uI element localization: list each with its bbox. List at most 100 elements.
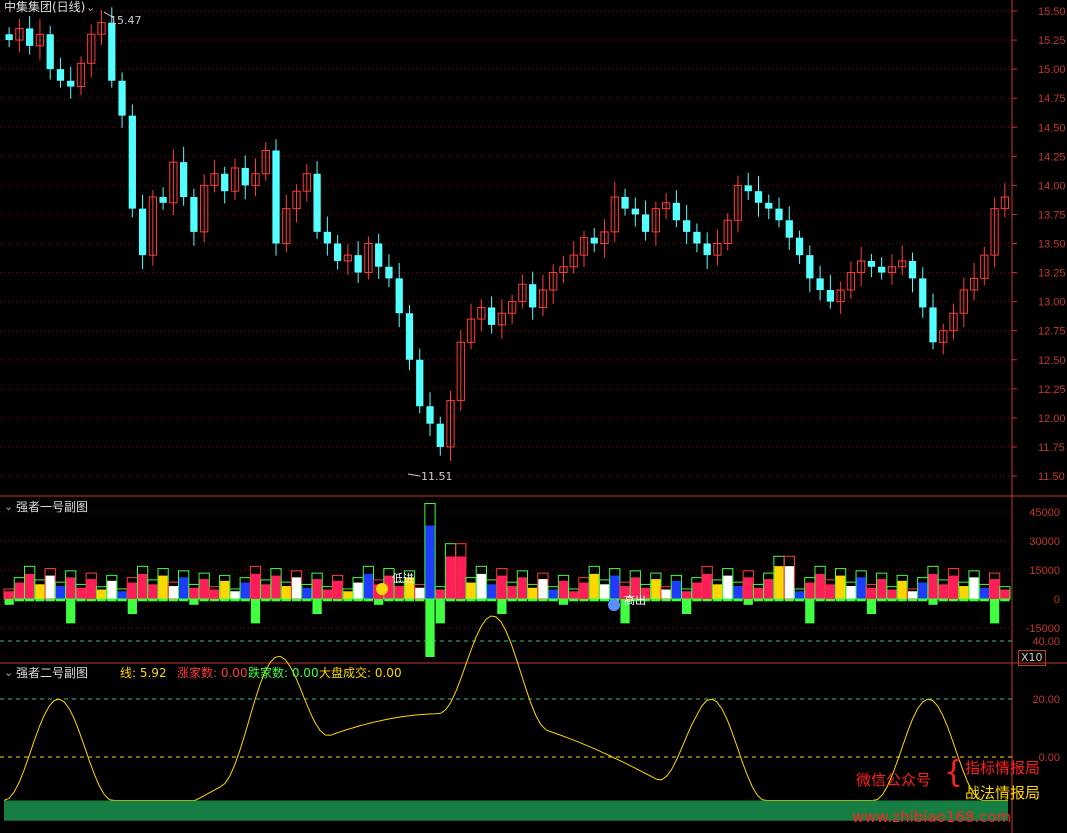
candle-body: [765, 202, 773, 209]
negative-bar: [343, 599, 353, 602]
chevron-down-icon[interactable]: ⌄: [4, 666, 13, 680]
candle-body: [272, 150, 280, 244]
negative-bar: [127, 599, 137, 615]
histogram-bar: [969, 577, 979, 599]
candle-body: [693, 231, 701, 244]
negative-bar: [117, 599, 127, 602]
negative-bar: [959, 599, 969, 602]
candle-body: [180, 162, 188, 197]
watermark-site: www.zhibiao168.com: [852, 808, 1012, 826]
price-tick-label: 11.50: [1038, 471, 1065, 483]
histogram-bar: [599, 584, 610, 599]
scale-badge: X10: [1018, 650, 1046, 666]
candle-body: [806, 255, 814, 279]
negative-bar: [322, 599, 332, 602]
candle-body: [631, 208, 639, 215]
histogram-bar: [948, 575, 959, 599]
negative-bar: [291, 599, 302, 602]
negative-bar: [764, 599, 774, 602]
negative-bar: [148, 599, 158, 602]
histogram-bar: [486, 584, 497, 599]
negative-bar: [702, 599, 712, 602]
histogram-bar: [723, 575, 733, 599]
sub2-market-volume: 大盘成交: 0.00: [319, 666, 402, 680]
candle-body: [323, 231, 331, 244]
candle-body: [487, 307, 496, 325]
candle-body: [385, 266, 393, 279]
sub2-rise-count: 涨家数: 0.00: [177, 666, 248, 680]
stock-chart[interactable]: 15.50 15.25 15.00 14.75 14.50 14.25 14.00 13.75…: [0, 0, 1067, 833]
sub2-line-value: 线: 5.92: [120, 666, 167, 680]
histogram-bar: [918, 582, 928, 599]
histogram-bar: [291, 577, 302, 599]
negative-bar: [948, 599, 959, 602]
histogram-bar: [476, 573, 486, 599]
candle-body: [908, 260, 917, 279]
histogram-bar: [702, 573, 712, 599]
sub2-tick-label: 20.00: [1032, 694, 1060, 706]
histogram-bar: [14, 582, 25, 599]
negative-bar: [528, 599, 538, 602]
histogram-bar: [127, 582, 137, 599]
negative-bar: [25, 599, 35, 602]
candle-body: [354, 255, 362, 273]
negative-bar: [425, 599, 435, 657]
candle-body: [190, 197, 198, 232]
histogram-bar: [610, 575, 620, 599]
price-tick-label: 12.25: [1038, 384, 1066, 396]
candle-body: [26, 28, 34, 46]
negative-bar: [209, 599, 220, 602]
negative-bar: [877, 599, 887, 602]
negative-bar: [486, 599, 497, 602]
candle-body: [46, 34, 54, 70]
negative-bar: [569, 599, 579, 602]
histogram-bar: [445, 556, 456, 599]
price-tick-label: 14.50: [1038, 122, 1066, 134]
histogram-bar: [4, 591, 14, 599]
candle-body: [395, 278, 403, 314]
negative-bar: [692, 599, 702, 602]
histogram-bar: [271, 575, 281, 599]
negative-bar: [682, 599, 692, 615]
negative-bar: [517, 599, 528, 602]
negative-bar: [456, 599, 466, 602]
negative-bar: [35, 599, 45, 602]
histogram-bar: [312, 579, 322, 599]
histogram-bar: [435, 589, 445, 599]
candle-body: [672, 202, 681, 221]
chevron-down-icon[interactable]: ⌄: [4, 500, 13, 514]
negative-bar: [4, 599, 14, 605]
candle-body: [795, 237, 804, 256]
histogram-bar: [835, 575, 846, 599]
watermark-line2: 战法情报局: [965, 784, 1041, 802]
histogram-bar: [712, 584, 723, 599]
histogram-bar: [96, 589, 107, 599]
negative-bar: [199, 599, 209, 602]
negative-bar: [415, 599, 425, 602]
high-price-marker: 15.47: [110, 14, 142, 27]
histogram-bar: [353, 582, 363, 599]
candle-body: [621, 197, 629, 209]
negative-bar: [743, 599, 753, 605]
negative-bar: [825, 599, 835, 602]
histogram-bar: [784, 566, 794, 599]
candle-body: [313, 173, 321, 232]
histogram-bar: [743, 577, 753, 599]
low-price-marker: 11.51: [421, 470, 453, 483]
histogram-bar: [938, 584, 948, 599]
watermark-brace: {: [944, 755, 964, 790]
negative-bar: [928, 599, 938, 605]
candle-body: [754, 191, 763, 203]
candle-body: [375, 243, 383, 267]
negative-bar: [866, 599, 877, 615]
histogram-bar: [794, 591, 805, 599]
candle-body: [416, 359, 424, 407]
histogram-bar: [322, 589, 332, 599]
chevron-down-icon[interactable]: ⌄: [86, 1, 95, 15]
candle-body: [118, 80, 126, 116]
histogram-bar: [45, 575, 55, 599]
sub2-tick-label: 40.00: [1032, 636, 1060, 648]
price-tick-label: 15.50: [1038, 6, 1066, 18]
histogram-bar: [281, 586, 291, 599]
negative-bar: [651, 599, 661, 602]
